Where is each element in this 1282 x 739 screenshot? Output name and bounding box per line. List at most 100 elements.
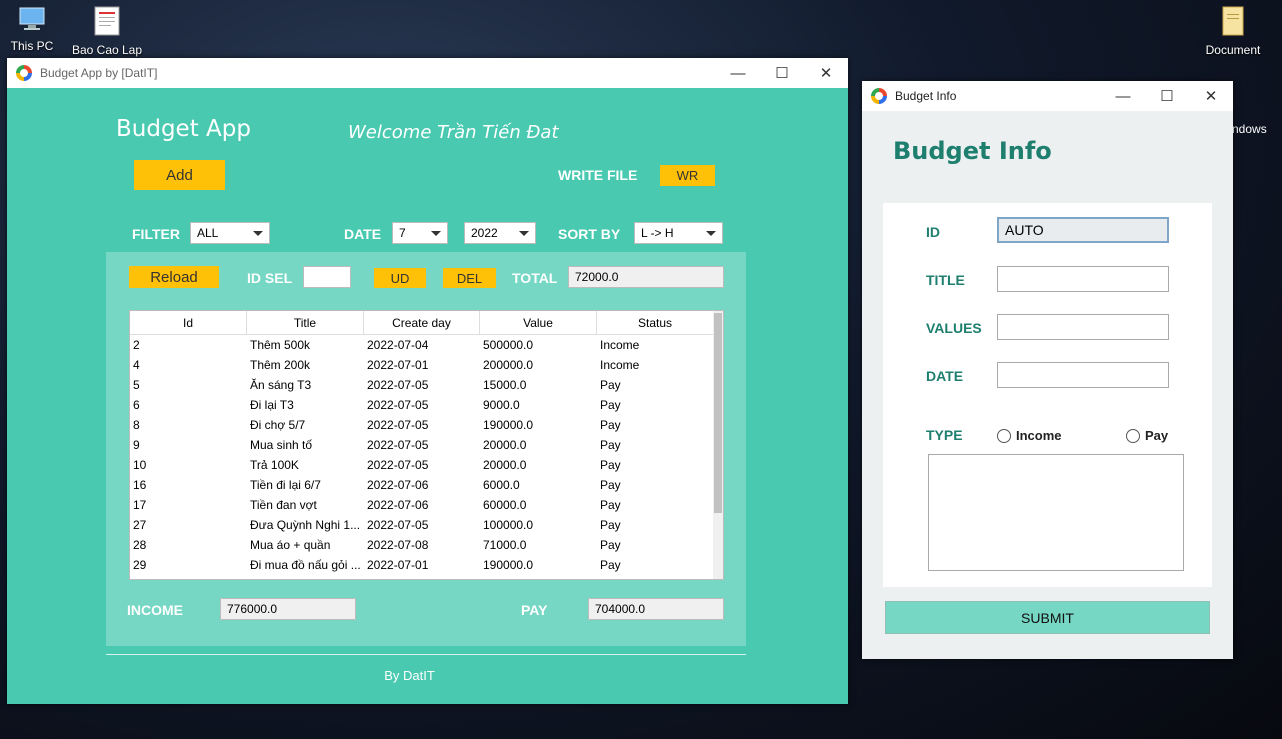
desktop-icon-label: Document [1205, 43, 1261, 57]
table-header: Id Title Create day Value Status [130, 311, 723, 335]
table-row[interactable]: 29 Đi mua đồ nấu gỏi ... 2022-07-01 190000.… [130, 555, 723, 575]
cell-id: 17 [133, 498, 147, 512]
income-label: INCOME [127, 602, 183, 618]
cell-id: 5 [133, 378, 140, 392]
column-header-value[interactable]: Value [480, 311, 597, 334]
sort-select[interactable]: L -> H [634, 222, 723, 244]
filter-label: FILTER [132, 226, 180, 242]
cell-title: Tiền đan vợt [250, 498, 317, 512]
document-file-icon [68, 6, 146, 39]
wr-button[interactable]: WR [660, 165, 715, 186]
info-content: Budget Info ID AUTO TITLE VALUES DATE TY… [862, 111, 1233, 659]
table-row[interactable]: 10 Trả 100K 2022-07-05 20000.0 Pay [130, 455, 723, 475]
info-titlebar[interactable]: Budget Info — ☐ ✕ [862, 81, 1233, 111]
cell-title: Thêm 200k [250, 358, 311, 372]
cell-status: Pay [600, 458, 621, 472]
id-field[interactable]: AUTO [997, 217, 1169, 243]
income-radio[interactable]: Income [997, 428, 1062, 443]
year-select[interactable]: 2022 [464, 222, 536, 244]
month-select[interactable]: 7 [392, 222, 448, 244]
date-field[interactable] [997, 362, 1169, 388]
table-row[interactable]: 6 Đi lại T3 2022-07-05 9000.0 Pay [130, 395, 723, 415]
cell-id: 29 [133, 558, 147, 572]
cell-id: 10 [133, 458, 147, 472]
column-header-title[interactable]: Title [247, 311, 364, 334]
main-titlebar[interactable]: Budget App by [DatIT] — ☐ ✕ [7, 58, 848, 88]
table-row[interactable]: 27 Đưa Quỳnh Nghi 1... 2022-07-05 100000.0 P… [130, 515, 723, 535]
note-textarea[interactable] [928, 454, 1184, 571]
desktop-icon-this-pc[interactable]: This PC [0, 6, 64, 53]
table-row[interactable]: 16 Tiền đi lại 6/7 2022-07-06 6000.0 Pay [130, 475, 723, 495]
close-button[interactable]: ✕ [804, 58, 848, 88]
app-logo-icon [16, 65, 32, 81]
table-row[interactable]: 17 Tiền đan vợt 2022-07-06 60000.0 Pay [130, 495, 723, 515]
cell-create-day: 2022-07-05 [367, 438, 429, 452]
pay-radio[interactable]: Pay [1126, 428, 1168, 443]
chevron-down-icon [253, 231, 263, 236]
date-label: DATE [344, 226, 382, 242]
window-title: Budget App by [DatIT] [40, 66, 158, 80]
filter-select[interactable]: ALL [190, 222, 270, 244]
sort-by-label: SORT BY [558, 226, 621, 242]
chevron-down-icon [431, 231, 441, 236]
folder-document-icon [1194, 6, 1272, 39]
cell-title: Mua sinh tố [250, 438, 313, 452]
cell-create-day: 2022-07-04 [367, 338, 429, 352]
cell-value: 20000.0 [483, 438, 527, 452]
cell-value: 6000.0 [483, 478, 520, 492]
cell-value: 200000.0 [483, 358, 534, 372]
add-button[interactable]: Add [134, 160, 225, 190]
cell-title: Mua áo + quần [250, 538, 331, 552]
cell-create-day: 2022-07-05 [367, 458, 429, 472]
title-label: TITLE [926, 272, 965, 288]
info-window-title: Budget Info [895, 89, 957, 103]
cell-create-day: 2022-07-06 [367, 498, 429, 512]
computer-icon [0, 6, 64, 35]
maximize-button[interactable]: ☐ [1145, 81, 1189, 111]
info-heading: Budget Info [893, 137, 1052, 165]
desktop-icon-document[interactable]: Document [1194, 6, 1272, 57]
cell-id: 28 [133, 538, 147, 552]
cell-create-day: 2022-07-08 [367, 538, 429, 552]
cell-status: Pay [600, 418, 621, 432]
desktop-icon-bao-cao-lap[interactable]: Bao Cao Lap [68, 6, 146, 57]
app-title: Budget App [116, 116, 251, 142]
total-label: TOTAL [512, 270, 558, 286]
cell-create-day: 2022-07-05 [367, 378, 429, 392]
table-row[interactable]: 8 Đi chợ 5/7 2022-07-05 190000.0 Pay [130, 415, 723, 435]
cell-title: Đưa Quỳnh Nghi 1... [250, 518, 361, 532]
column-header-status[interactable]: Status [597, 311, 714, 334]
minimize-button[interactable]: — [716, 58, 760, 88]
cell-id: 4 [133, 358, 140, 372]
cell-value: 15000.0 [483, 378, 527, 392]
table-row[interactable]: 4 Thêm 200k 2022-07-01 200000.0 Income [130, 355, 723, 375]
budget-table[interactable]: Id Title Create day Value Status 2 Thêm 5… [129, 310, 724, 580]
update-button[interactable]: UD [374, 268, 426, 288]
cell-value: 100000.0 [483, 518, 534, 532]
chevron-down-icon [519, 231, 529, 236]
table-row[interactable]: 28 Mua áo + quần 2022-07-08 71000.0 Pay [130, 535, 723, 555]
scrollbar-thumb[interactable] [714, 313, 722, 513]
radio-circle-icon [997, 428, 1011, 443]
month-value: 7 [399, 226, 406, 240]
title-field[interactable] [997, 266, 1169, 292]
delete-button[interactable]: DEL [443, 268, 496, 288]
cell-create-day: 2022-07-05 [367, 518, 429, 532]
table-row[interactable]: 5 Ăn sáng T3 2022-07-05 15000.0 Pay [130, 375, 723, 395]
cell-value: 9000.0 [483, 398, 520, 412]
table-scrollbar[interactable] [713, 311, 723, 579]
column-header-create-day[interactable]: Create day [364, 311, 480, 334]
table-row[interactable]: 9 Mua sinh tố 2022-07-05 20000.0 Pay [130, 435, 723, 455]
close-button[interactable]: ✕ [1189, 81, 1233, 111]
cell-status: Pay [600, 478, 621, 492]
maximize-button[interactable]: ☐ [760, 58, 804, 88]
minimize-button[interactable]: — [1101, 81, 1145, 111]
submit-button[interactable]: SUBMIT [885, 601, 1210, 634]
desktop-partial-label: ndows [1232, 122, 1267, 136]
reload-button[interactable]: Reload [129, 266, 219, 288]
table-row[interactable]: 2 Thêm 500k 2022-07-04 500000.0 Income [130, 335, 723, 355]
values-field[interactable] [997, 314, 1169, 340]
column-header-id[interactable]: Id [130, 311, 247, 334]
cell-create-day: 2022-07-05 [367, 398, 429, 412]
id-sel-input[interactable] [303, 266, 351, 288]
